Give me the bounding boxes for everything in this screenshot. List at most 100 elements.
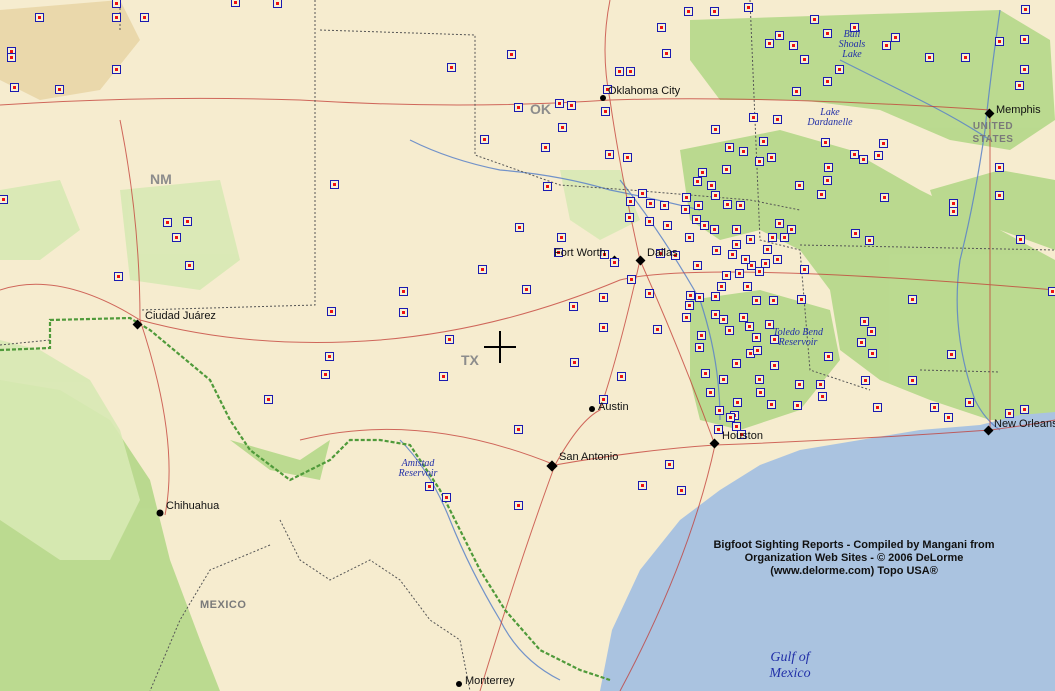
sighting-marker[interactable] — [770, 361, 779, 370]
sighting-marker[interactable] — [425, 482, 434, 491]
sighting-marker[interactable] — [744, 3, 753, 12]
sighting-marker[interactable] — [965, 398, 974, 407]
sighting-marker[interactable] — [480, 135, 489, 144]
sighting-marker[interactable] — [112, 0, 121, 8]
sighting-marker[interactable] — [638, 481, 647, 490]
sighting-marker[interactable] — [231, 0, 240, 7]
sighting-marker[interactable] — [725, 143, 734, 152]
sighting-marker[interactable] — [569, 302, 578, 311]
sighting-marker[interactable] — [723, 200, 732, 209]
sighting-marker[interactable] — [868, 349, 877, 358]
sighting-marker[interactable] — [797, 295, 806, 304]
sighting-marker[interactable] — [685, 233, 694, 242]
sighting-marker[interactable] — [944, 413, 953, 422]
sighting-marker[interactable] — [733, 398, 742, 407]
sighting-marker[interactable] — [880, 193, 889, 202]
sighting-marker[interactable] — [707, 181, 716, 190]
sighting-marker[interactable] — [163, 218, 172, 227]
sighting-marker[interactable] — [601, 107, 610, 116]
sighting-marker[interactable] — [961, 53, 970, 62]
sighting-marker[interactable] — [874, 151, 883, 160]
sighting-marker[interactable] — [775, 31, 784, 40]
sighting-marker[interactable] — [800, 55, 809, 64]
sighting-marker[interactable] — [399, 287, 408, 296]
sighting-marker[interactable] — [686, 291, 695, 300]
sighting-marker[interactable] — [327, 307, 336, 316]
sighting-marker[interactable] — [930, 403, 939, 412]
sighting-marker[interactable] — [722, 165, 731, 174]
sighting-marker[interactable] — [823, 77, 832, 86]
sighting-marker[interactable] — [835, 65, 844, 74]
sighting-marker[interactable] — [478, 265, 487, 274]
sighting-marker[interactable] — [684, 7, 693, 16]
sighting-marker[interactable] — [861, 376, 870, 385]
sighting-marker[interactable] — [514, 501, 523, 510]
sighting-marker[interactable] — [755, 157, 764, 166]
sighting-marker[interactable] — [732, 359, 741, 368]
sighting-marker[interactable] — [753, 346, 762, 355]
sighting-marker[interactable] — [736, 201, 745, 210]
sighting-marker[interactable] — [522, 285, 531, 294]
sighting-marker[interactable] — [710, 7, 719, 16]
sighting-marker[interactable] — [711, 191, 720, 200]
sighting-marker[interactable] — [995, 191, 1004, 200]
sighting-marker[interactable] — [615, 67, 624, 76]
sighting-marker[interactable] — [682, 193, 691, 202]
sighting-marker[interactable] — [567, 101, 576, 110]
sighting-marker[interactable] — [755, 375, 764, 384]
sighting-marker[interactable] — [558, 123, 567, 132]
sighting-marker[interactable] — [882, 41, 891, 50]
sighting-marker[interactable] — [850, 150, 859, 159]
sighting-marker[interactable] — [823, 29, 832, 38]
map-view[interactable]: Memphis Oklahoma City Fort Worth Dallas … — [0, 0, 1055, 691]
sighting-marker[interactable] — [7, 53, 16, 62]
sighting-marker[interactable] — [447, 63, 456, 72]
sighting-marker[interactable] — [507, 50, 516, 59]
sighting-marker[interactable] — [728, 250, 737, 259]
sighting-marker[interactable] — [662, 49, 671, 58]
sighting-marker[interactable] — [824, 352, 833, 361]
sighting-marker[interactable] — [701, 369, 710, 378]
sighting-marker[interactable] — [695, 343, 704, 352]
sighting-marker[interactable] — [787, 225, 796, 234]
sighting-marker[interactable] — [824, 163, 833, 172]
sighting-marker[interactable] — [273, 0, 282, 8]
sighting-marker[interactable] — [780, 233, 789, 242]
sighting-marker[interactable] — [711, 292, 720, 301]
sighting-marker[interactable] — [646, 199, 655, 208]
sighting-marker[interactable] — [746, 235, 755, 244]
sighting-marker[interactable] — [114, 272, 123, 281]
sighting-marker[interactable] — [818, 392, 827, 401]
sighting-marker[interactable] — [851, 229, 860, 238]
sighting-marker[interactable] — [1005, 409, 1014, 418]
sighting-marker[interactable] — [752, 296, 761, 305]
sighting-marker[interactable] — [947, 350, 956, 359]
sighting-marker[interactable] — [739, 313, 748, 322]
sighting-marker[interactable] — [743, 282, 752, 291]
sighting-marker[interactable] — [925, 53, 934, 62]
sighting-marker[interactable] — [681, 205, 690, 214]
sighting-marker[interactable] — [183, 217, 192, 226]
sighting-marker[interactable] — [859, 155, 868, 164]
sighting-marker[interactable] — [719, 315, 728, 324]
sighting-marker[interactable] — [865, 236, 874, 245]
sighting-marker[interactable] — [867, 327, 876, 336]
sighting-marker[interactable] — [172, 233, 181, 242]
sighting-marker[interactable] — [677, 486, 686, 495]
sighting-marker[interactable] — [769, 296, 778, 305]
sighting-marker[interactable] — [816, 380, 825, 389]
sighting-marker[interactable] — [112, 13, 121, 22]
sighting-marker[interactable] — [949, 207, 958, 216]
sighting-marker[interactable] — [570, 358, 579, 367]
sighting-marker[interactable] — [1020, 65, 1029, 74]
sighting-marker[interactable] — [735, 269, 744, 278]
sighting-marker[interactable] — [725, 326, 734, 335]
sighting-marker[interactable] — [710, 225, 719, 234]
sighting-marker[interactable] — [1020, 35, 1029, 44]
sighting-marker[interactable] — [810, 15, 819, 24]
sighting-marker[interactable] — [768, 233, 777, 242]
sighting-marker[interactable] — [891, 33, 900, 42]
sighting-marker[interactable] — [557, 233, 566, 242]
sighting-marker[interactable] — [752, 333, 761, 342]
sighting-marker[interactable] — [663, 221, 672, 230]
